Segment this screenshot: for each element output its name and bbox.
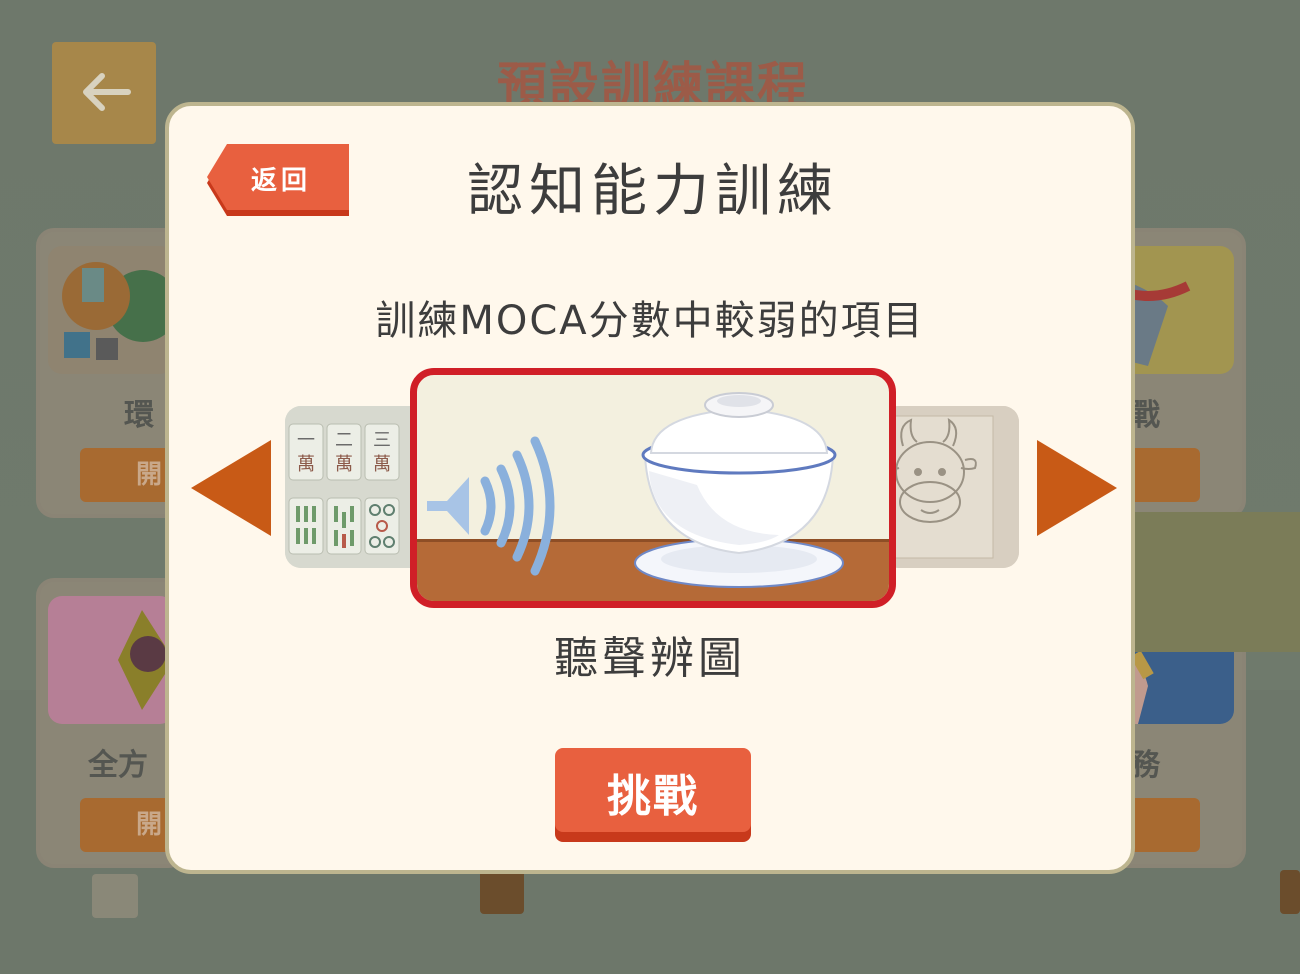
svg-text:萬: 萬 bbox=[373, 454, 391, 475]
card-art bbox=[48, 246, 179, 374]
background-card: 環 開 bbox=[36, 228, 186, 518]
speaker-sound-icon bbox=[427, 436, 555, 576]
svg-text:二: 二 bbox=[335, 430, 353, 451]
carousel-prev-arrow[interactable] bbox=[189, 438, 273, 542]
background-card: 全方 開 bbox=[36, 578, 186, 868]
svg-text:一: 一 bbox=[297, 430, 315, 451]
card-label: 環 bbox=[124, 398, 154, 433]
card-label: 全方 bbox=[88, 748, 148, 783]
carousel-next-arrow[interactable] bbox=[1035, 438, 1119, 542]
cow-outline-image bbox=[883, 406, 1019, 568]
svg-text:萬: 萬 bbox=[297, 454, 315, 475]
selected-game-card[interactable] bbox=[410, 368, 896, 608]
mahjong-tiles-image: 一 二 三 萬 萬 萬 bbox=[285, 406, 425, 568]
svg-text:三: 三 bbox=[373, 430, 391, 451]
svg-text:萬: 萬 bbox=[335, 454, 353, 475]
triangle-right-icon bbox=[1037, 440, 1117, 536]
training-dialog: 返回 認知能力訓練 訓練MOCA分數中較弱的項目 一 二 三 萬 萬 萬 聽聲辨… bbox=[165, 102, 1135, 874]
listen-identify-image bbox=[427, 392, 844, 588]
background-table-leg bbox=[1280, 870, 1300, 914]
challenge-button[interactable]: 挑戰 bbox=[555, 748, 751, 844]
background-table-leg bbox=[480, 870, 524, 914]
challenge-button-label: 挑戰 bbox=[607, 771, 699, 822]
background-object bbox=[92, 874, 138, 918]
dialog-title: 認知能力訓練 bbox=[467, 159, 839, 224]
dialog-subtitle: 訓練MOCA分數中較弱的項目 bbox=[375, 298, 925, 344]
triangle-left-icon bbox=[191, 440, 271, 536]
background-shelf bbox=[1120, 512, 1300, 652]
background-back-button bbox=[52, 42, 156, 144]
teacup-image bbox=[634, 392, 844, 588]
game-carousel: 一 二 三 萬 萬 萬 bbox=[189, 368, 1119, 608]
arrow-left-icon bbox=[83, 73, 131, 111]
card-art bbox=[48, 596, 174, 724]
carousel-prev-card[interactable]: 一 二 三 萬 萬 萬 bbox=[285, 406, 425, 568]
carousel-next-card[interactable] bbox=[883, 406, 1019, 568]
selected-game-name: 聽聲辨圖 bbox=[554, 633, 746, 684]
